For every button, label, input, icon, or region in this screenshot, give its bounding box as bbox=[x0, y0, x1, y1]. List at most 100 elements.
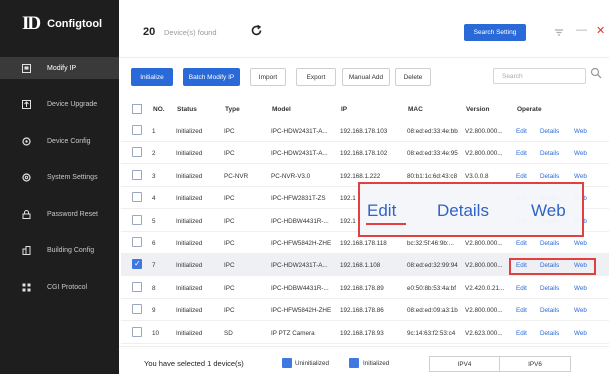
cell-version: V3.0.0.8 bbox=[465, 172, 489, 180]
app-brand: ID Configtool bbox=[0, 0, 119, 48]
sidebar-item-modify-ip[interactable]: Modify IP bbox=[0, 57, 119, 79]
sidebar-item-building-config[interactable]: Building Config bbox=[0, 239, 119, 261]
config-icon bbox=[22, 136, 31, 146]
details-link[interactable]: Details bbox=[540, 285, 559, 292]
web-link[interactable]: Web bbox=[574, 330, 587, 337]
web-link[interactable]: Web bbox=[574, 128, 587, 135]
select-all-checkbox[interactable] bbox=[132, 104, 142, 114]
search-input[interactable]: Search bbox=[493, 68, 586, 84]
details-link[interactable]: Details bbox=[540, 240, 559, 247]
manual-add-button[interactable]: Manual Add bbox=[342, 68, 390, 86]
row-checkbox[interactable] bbox=[132, 125, 142, 135]
cell-ip: 192.168.178.93 bbox=[340, 329, 384, 337]
edit-link[interactable]: Edit bbox=[516, 173, 527, 180]
sidebar-item-cgi-protocol[interactable]: CGI Protocol bbox=[0, 276, 119, 298]
row-checkbox[interactable] bbox=[132, 169, 142, 180]
edit-link[interactable]: Edit bbox=[516, 307, 527, 314]
web-link[interactable]: Web bbox=[574, 173, 587, 180]
cell-ip: 192.168.178.86 bbox=[340, 307, 384, 315]
column-header-no: NO. bbox=[153, 106, 165, 113]
cell-no: 4 bbox=[152, 195, 156, 203]
cell-status: Initialized bbox=[176, 262, 203, 270]
upgrade-icon bbox=[22, 99, 31, 109]
details-link[interactable]: Details bbox=[540, 173, 559, 180]
row-checkbox[interactable] bbox=[132, 214, 142, 225]
cell-ip: 192.168.178.89 bbox=[340, 284, 384, 292]
cell-model: IP PTZ Camera bbox=[271, 329, 315, 337]
cell-no: 6 bbox=[152, 240, 156, 247]
cell-model: IPC-HDW2431T-A... bbox=[271, 262, 328, 270]
minimize-icon[interactable]: — bbox=[576, 24, 587, 36]
tab-ipv4[interactable]: IPV4 bbox=[429, 356, 500, 372]
cell-status: Initialized bbox=[176, 307, 203, 315]
web-link[interactable]: Web bbox=[574, 307, 587, 314]
table-row[interactable]: 2 Initialized IPC IPC-HDW2431T-A... 192.168.… bbox=[121, 142, 609, 165]
row-checkbox[interactable] bbox=[132, 192, 142, 203]
row-checkbox[interactable] bbox=[132, 237, 142, 247]
cell-status: Initialized bbox=[176, 240, 203, 247]
web-link[interactable]: Web bbox=[574, 150, 587, 157]
cell-type: IPC bbox=[224, 195, 235, 203]
edit-link[interactable]: Edit bbox=[516, 150, 527, 157]
cell-mac: 80:b1:1c:6d:43:c8 bbox=[407, 172, 458, 180]
cell-ip: 192.168.1.222 bbox=[340, 172, 381, 180]
details-link[interactable]: Details bbox=[540, 150, 559, 157]
sidebar-item-device-upgrade[interactable]: Device Upgrade bbox=[0, 93, 119, 115]
zoom-callout: Edit Details Web bbox=[358, 182, 584, 237]
column-header-version: Version bbox=[466, 106, 490, 113]
batch-modify-ip-button[interactable]: Batch Modify IP bbox=[183, 68, 240, 86]
search-icon[interactable] bbox=[590, 67, 602, 79]
cell-status: Initialized bbox=[176, 284, 203, 292]
initialize-button[interactable]: Initialize bbox=[131, 68, 173, 86]
selection-summary: You have selected 1 device(s) bbox=[144, 359, 244, 368]
row-checkbox[interactable] bbox=[132, 281, 142, 292]
cell-no: 2 bbox=[152, 150, 156, 158]
edit-link[interactable]: Edit bbox=[516, 128, 527, 135]
sidebar-item-device-config[interactable]: Device Config bbox=[0, 130, 119, 152]
row-checkbox[interactable] bbox=[132, 326, 142, 337]
column-header-model: Model bbox=[272, 106, 291, 113]
cell-status: Initialized bbox=[176, 195, 203, 203]
edit-link[interactable]: Edit bbox=[516, 330, 527, 337]
details-link[interactable]: Details bbox=[540, 307, 559, 314]
import-button[interactable]: Import bbox=[250, 68, 286, 86]
column-header-ip: IP bbox=[341, 106, 348, 113]
cell-type: IPC bbox=[224, 262, 235, 270]
device-count: 20 bbox=[143, 26, 156, 38]
details-link[interactable]: Details bbox=[540, 128, 559, 135]
row-checkbox[interactable] bbox=[132, 304, 142, 315]
cell-status: Initialized bbox=[176, 172, 203, 180]
sidebar-item-password-reset[interactable]: Password Reset bbox=[0, 203, 119, 225]
cell-mac: 08:ed:ed:32:99:94 bbox=[407, 262, 458, 270]
table-row[interactable]: 1 Initialized IPC IPC-HDW2431T-A... 192.168.… bbox=[121, 120, 609, 142]
cell-version: V2.800.000... bbox=[465, 150, 503, 158]
device-count-label: Device(s) found bbox=[164, 28, 217, 37]
sidebar-item-label: Modify IP bbox=[47, 64, 77, 72]
table-row[interactable]: 9 Initialized IPC IPC-HFW5842H-ZHE 192.168.1… bbox=[121, 299, 609, 322]
cell-version: V2.800.000... bbox=[465, 240, 503, 247]
row-checkbox[interactable] bbox=[132, 259, 142, 270]
cell-mac: 9c:14:63:f2:53:c4 bbox=[407, 329, 456, 337]
tab-ipv6[interactable]: IPV6 bbox=[500, 356, 571, 372]
web-link[interactable]: Web bbox=[574, 285, 587, 292]
edit-link[interactable]: Edit bbox=[516, 240, 527, 247]
cell-model: PC-NVR-V3.0 bbox=[271, 172, 311, 180]
delete-button[interactable]: Delete bbox=[395, 68, 431, 86]
refresh-icon[interactable] bbox=[250, 24, 263, 37]
cell-ip: 192.168.178.103 bbox=[340, 128, 388, 135]
search-setting-button[interactable]: Search Setting bbox=[464, 24, 526, 41]
sidebar-item-system-settings[interactable]: System Settings bbox=[0, 166, 119, 188]
export-button[interactable]: Export bbox=[296, 68, 336, 86]
cell-no: 5 bbox=[152, 217, 156, 225]
table-row[interactable]: 8 Initialized IPC IPC-HDBW4431R-... 192.168.… bbox=[121, 277, 609, 299]
app-title: Configtool bbox=[47, 18, 103, 30]
details-link[interactable]: Details bbox=[540, 330, 559, 337]
web-link[interactable]: Web bbox=[574, 240, 587, 247]
lock-icon bbox=[22, 209, 31, 219]
close-icon[interactable]: ✕ bbox=[596, 24, 605, 37]
table-row[interactable]: 10 Initialized SD IP PTZ Camera 192.168.178.… bbox=[121, 322, 609, 344]
wifi-icon[interactable] bbox=[554, 27, 564, 37]
row-checkbox[interactable] bbox=[132, 147, 142, 158]
sidebar-item-label: Password Reset bbox=[47, 210, 98, 218]
edit-link[interactable]: Edit bbox=[516, 285, 527, 292]
